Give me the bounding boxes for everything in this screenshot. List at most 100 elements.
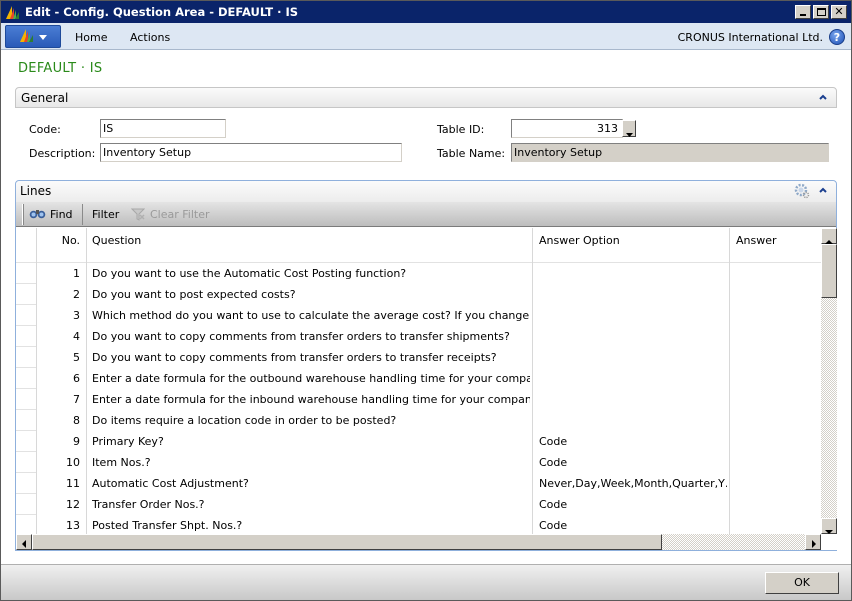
cell-question[interactable]: Posted Transfer Shpt. Nos.? (92, 515, 530, 534)
cell-answer-option[interactable]: Code (539, 494, 727, 515)
table-row[interactable]: 11 Automatic Cost Adjustment? Never,Day,We… (16, 473, 821, 494)
cell-no[interactable]: 1 (36, 263, 80, 284)
cell-answer-option[interactable]: Code (539, 452, 727, 473)
cell-answer-option[interactable] (539, 389, 727, 410)
table-row[interactable]: 7 Enter a date formula for the inbound wa… (16, 389, 821, 410)
cell-answer-option[interactable] (539, 347, 727, 368)
general-fasttab-header[interactable]: General (15, 87, 837, 108)
close-button[interactable]: ✕ (831, 5, 847, 19)
cell-answer[interactable] (736, 431, 818, 452)
cell-no[interactable]: 6 (36, 368, 80, 389)
cell-no[interactable]: 4 (36, 326, 80, 347)
cell-no[interactable]: 7 (36, 389, 80, 410)
tab-home[interactable]: Home (75, 31, 107, 44)
cell-answer[interactable] (736, 473, 818, 494)
cell-no[interactable]: 2 (36, 284, 80, 305)
cell-no[interactable]: 11 (36, 473, 80, 494)
cell-answer[interactable] (736, 263, 818, 284)
cell-answer[interactable] (736, 347, 818, 368)
cell-answer[interactable] (736, 389, 818, 410)
cell-question[interactable]: Do items require a location code in orde… (92, 410, 530, 431)
cell-question[interactable]: Do you want to post expected costs? (92, 284, 530, 305)
general-fasttab-title: General (21, 91, 69, 105)
cell-answer[interactable] (736, 368, 818, 389)
cell-question[interactable]: Primary Key? (92, 431, 530, 452)
maximize-button[interactable] (813, 5, 829, 19)
cell-answer-option[interactable]: Code (539, 515, 727, 534)
cell-no[interactable]: 12 (36, 494, 80, 515)
scroll-left-button[interactable] (16, 534, 32, 550)
cell-no[interactable]: 9 (36, 431, 80, 452)
cell-answer-option[interactable]: Never,Day,Week,Month,Quarter,Y… (539, 473, 727, 494)
column-header-answer[interactable]: Answer (736, 230, 816, 251)
table-row[interactable]: 13 Posted Transfer Shpt. Nos.? Code (16, 515, 821, 534)
cell-question[interactable]: Do you want to copy comments from transf… (92, 326, 530, 347)
table-row[interactable]: 9 Primary Key? Code (16, 431, 821, 452)
vertical-scroll-thumb[interactable] (821, 244, 837, 298)
cell-answer-option[interactable] (539, 368, 727, 389)
cell-answer[interactable] (736, 452, 818, 473)
cell-answer[interactable] (736, 305, 818, 326)
cell-question[interactable]: Item Nos.? (92, 452, 530, 473)
lines-header[interactable]: Lines (16, 181, 836, 202)
cell-question[interactable]: Enter a date formula for the outbound wa… (92, 368, 530, 389)
cell-answer-option[interactable] (539, 305, 727, 326)
column-header-question[interactable]: Question (92, 230, 532, 251)
cell-no[interactable]: 10 (36, 452, 80, 473)
cell-question[interactable]: Automatic Cost Adjustment? (92, 473, 530, 494)
cell-answer[interactable] (736, 494, 818, 515)
collapse-icon[interactable] (818, 185, 828, 198)
cell-answer[interactable] (736, 284, 818, 305)
cell-answer-option[interactable] (539, 410, 727, 431)
cell-no[interactable]: 5 (36, 347, 80, 368)
table-row[interactable]: 1 Do you want to use the Automatic Cost P… (16, 263, 821, 284)
table-id-field[interactable]: 313 (511, 119, 623, 138)
table-row[interactable]: 5 Do you want to copy comments from trans… (16, 347, 821, 368)
cell-question[interactable]: Do you want to use the Automatic Cost Po… (92, 263, 530, 284)
horizontal-scroll-thumb[interactable] (32, 534, 662, 550)
cell-answer-option[interactable]: Code (539, 431, 727, 452)
table-row[interactable]: 2 Do you want to post expected costs? (16, 284, 821, 305)
cell-no[interactable]: 3 (36, 305, 80, 326)
cell-answer-option[interactable] (539, 263, 727, 284)
footer-bar: OK (1, 564, 851, 600)
gear-icon[interactable] (794, 183, 810, 202)
table-row[interactable]: 6 Enter a date formula for the outbound w… (16, 368, 821, 389)
collapse-icon[interactable] (818, 92, 828, 102)
cell-question[interactable]: Transfer Order Nos.? (92, 494, 530, 515)
table-row[interactable]: 12 Transfer Order Nos.? Code (16, 494, 821, 515)
column-header-answer-option[interactable]: Answer Option (539, 230, 729, 251)
cell-answer-option[interactable] (539, 284, 727, 305)
tab-actions[interactable]: Actions (130, 31, 170, 44)
cell-question[interactable]: Which method do you want to use to calcu… (92, 305, 530, 326)
cell-no[interactable]: 8 (36, 410, 80, 431)
cell-answer[interactable] (736, 410, 818, 431)
vertical-scrollbar[interactable] (821, 228, 837, 534)
table-row[interactable]: 3 Which method do you want to use to calc… (16, 305, 821, 326)
scroll-up-button[interactable] (821, 228, 837, 244)
cell-no[interactable]: 13 (36, 515, 80, 534)
scroll-right-button[interactable] (805, 534, 821, 550)
table-id-dropdown-button[interactable] (622, 120, 636, 137)
cell-answer[interactable] (736, 515, 818, 534)
cell-answer-option[interactable] (539, 326, 727, 347)
close-icon: ✕ (834, 5, 844, 18)
table-row[interactable]: 4 Do you want to copy comments from trans… (16, 326, 821, 347)
ok-button[interactable]: OK (765, 572, 839, 594)
cell-question[interactable]: Enter a date formula for the inbound war… (92, 389, 530, 410)
filter-button[interactable]: Filter (92, 208, 119, 221)
help-icon[interactable]: ? (829, 29, 845, 45)
code-field[interactable]: IS (100, 119, 226, 138)
application-menu-button[interactable] (5, 25, 61, 48)
horizontal-scrollbar[interactable] (16, 534, 821, 550)
clear-filter-button[interactable]: Clear Filter (150, 208, 210, 221)
scroll-down-button[interactable] (821, 518, 837, 534)
table-row[interactable]: 8 Do items require a location code in ord… (16, 410, 821, 431)
description-field[interactable]: Inventory Setup (100, 143, 402, 162)
cell-answer[interactable] (736, 326, 818, 347)
table-row[interactable]: 10 Item Nos.? Code (16, 452, 821, 473)
cell-question[interactable]: Do you want to copy comments from transf… (92, 347, 530, 368)
minimize-button[interactable] (795, 5, 811, 19)
column-header-no[interactable]: No. (36, 230, 80, 251)
find-button[interactable]: Find (50, 208, 73, 221)
